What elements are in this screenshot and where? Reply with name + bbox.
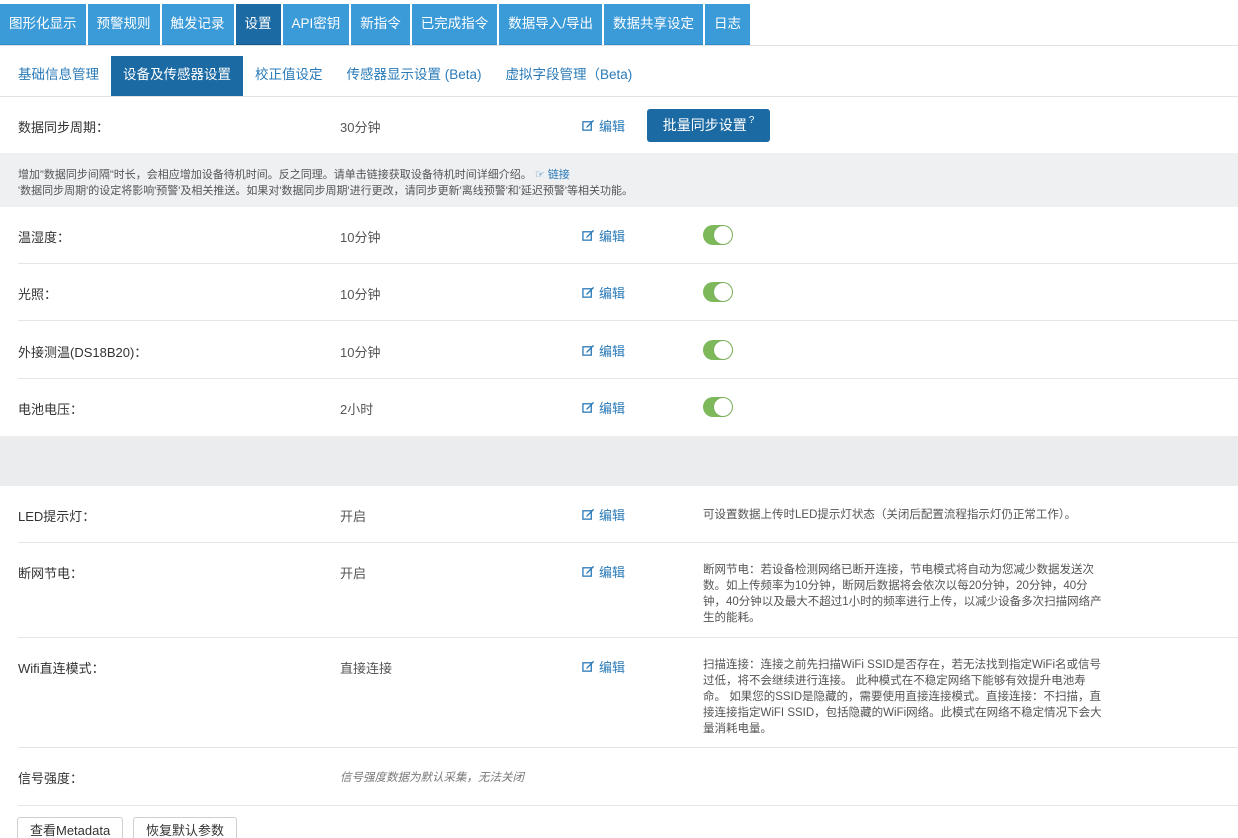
wifi-mode-label: Wifi直连模式： — [18, 661, 105, 676]
sensor-light-value: 10分钟 — [340, 287, 381, 302]
link-label: 链接 — [547, 169, 570, 181]
wifi-mode-edit-link[interactable]: 编辑 — [582, 657, 625, 676]
settings-sub-tabs: 基础信息管理 设备及传感器设置 校正值设定 传感器显示设置 (Beta) 虚拟字… — [6, 56, 644, 97]
sync-period-edit-link[interactable]: 编辑 — [582, 116, 625, 135]
top-nav-tabs: 图形化显示 预警规则 触发记录 设置 API密钥 新指令 已完成指令 数据导入/… — [0, 4, 752, 46]
sensor-temp-humidity-value: 10分钟 — [340, 230, 381, 245]
sensor-temp-humidity-label: 温湿度： — [18, 230, 71, 245]
sync-info-line1: 增加"数据同步间隔"时长，会相应增加设备待机时间。反之同理。请单击链接获取设备待… — [18, 166, 570, 182]
sensor-light-label: 光照： — [18, 287, 58, 302]
sync-info-band: 增加"数据同步间隔"时长，会相应增加设备待机时间。反之同理。请单击链接获取设备待… — [0, 153, 1238, 207]
power-saving-value: 开启 — [340, 566, 367, 581]
sensor-temp-humidity-edit-link[interactable]: 编辑 — [582, 226, 625, 245]
edit-icon — [582, 660, 595, 672]
tab-trigger-records[interactable]: 触发记录 — [161, 4, 234, 46]
edit-label: 编辑 — [599, 508, 626, 523]
batch-sync-label: 批量同步设置 — [662, 117, 747, 133]
row-divider — [18, 542, 1238, 543]
restore-defaults-button[interactable]: 恢复默认参数 — [133, 817, 238, 838]
help-icon: ? — [748, 115, 755, 126]
signal-strength-note: 信号强度数据为默认采集，无法关闭 — [340, 772, 524, 784]
edit-label: 编辑 — [599, 119, 626, 134]
sensor-light-toggle[interactable] — [703, 282, 733, 302]
sensor-ds18b20-label: 外接测温(DS18B20)： — [18, 345, 148, 360]
tab-api-key[interactable]: API密钥 — [282, 4, 350, 46]
tab-graph-display[interactable]: 图形化显示 — [0, 4, 86, 46]
top-tabs-divider — [0, 45, 1238, 46]
subtab-sensor-display[interactable]: 传感器显示设置 (Beta) — [335, 56, 494, 97]
tab-data-sharing[interactable]: 数据共享设定 — [604, 4, 704, 46]
tab-logs[interactable]: 日志 — [705, 4, 751, 46]
row-divider — [18, 320, 1238, 321]
sensor-temp-humidity-toggle[interactable] — [703, 225, 733, 245]
row-divider — [18, 378, 1238, 379]
batch-sync-settings-button[interactable]: 批量同步设置? — [647, 109, 770, 142]
row-divider — [18, 805, 1238, 806]
edit-icon — [582, 565, 595, 577]
sensor-battery-value: 2小时 — [340, 402, 374, 417]
edit-icon — [582, 401, 595, 413]
edit-icon — [582, 508, 595, 520]
sensor-battery-label: 电池电压： — [18, 402, 84, 417]
sync-period-value: 30分钟 — [340, 120, 381, 135]
row-divider — [18, 747, 1238, 748]
led-value: 开启 — [340, 509, 367, 524]
row-divider — [18, 637, 1238, 638]
signal-strength-label: 信号强度： — [18, 771, 84, 786]
edit-label: 编辑 — [599, 286, 626, 301]
edit-label: 编辑 — [599, 229, 626, 244]
edit-label: 编辑 — [599, 565, 626, 580]
led-label: LED提示灯： — [18, 509, 96, 524]
tab-settings[interactable]: 设置 — [235, 4, 281, 46]
sensor-ds18b20-value: 10分钟 — [340, 345, 381, 360]
tab-new-command[interactable]: 新指令 — [351, 4, 410, 46]
sensor-battery-toggle[interactable] — [703, 397, 733, 417]
edit-label: 编辑 — [599, 344, 626, 359]
sensor-ds18b20-toggle[interactable] — [703, 340, 733, 360]
edit-label: 编辑 — [599, 401, 626, 416]
sensor-ds18b20-edit-link[interactable]: 编辑 — [582, 341, 625, 360]
toggle-knob — [714, 226, 732, 244]
power-saving-edit-link[interactable]: 编辑 — [582, 562, 625, 581]
tab-alert-rules[interactable]: 预警规则 — [87, 4, 160, 46]
view-metadata-button[interactable]: 查看Metadata — [17, 817, 124, 838]
pointing-hand-icon: ☞ — [534, 169, 545, 181]
edit-icon — [582, 119, 595, 131]
sensor-battery-edit-link[interactable]: 编辑 — [582, 398, 625, 417]
subtab-calibration[interactable]: 校正值设定 — [243, 56, 335, 97]
subtab-basic-info[interactable]: 基础信息管理 — [6, 56, 111, 97]
subtab-device-sensor-settings[interactable]: 设备及传感器设置 — [111, 56, 243, 97]
row-divider — [18, 263, 1238, 264]
tab-completed-commands[interactable]: 已完成指令 — [411, 4, 498, 46]
section-separator — [0, 436, 1238, 486]
power-saving-description: 断网节电：若设备检测网络已断开连接，节电模式将自动为您减少数据发送次数。如上传频… — [703, 564, 1102, 624]
edit-icon — [582, 344, 595, 356]
sync-info-text1: 增加"数据同步间隔"时长，会相应增加设备待机时间。反之同理。请单击链接获取设备待… — [18, 169, 532, 181]
tab-data-import-export[interactable]: 数据导入/导出 — [499, 4, 603, 46]
toggle-knob — [714, 341, 732, 359]
toggle-knob — [714, 283, 732, 301]
standby-info-link[interactable]: ☞ 链接 — [535, 169, 570, 181]
sensor-light-edit-link[interactable]: 编辑 — [582, 283, 625, 302]
edit-label: 编辑 — [599, 660, 626, 675]
toggle-knob — [714, 398, 732, 416]
power-saving-label: 断网节电： — [18, 566, 84, 581]
wifi-mode-description: 扫描连接：连接之前先扫描WiFi SSID是否存在，若无法找到指定WiFi名或信… — [703, 659, 1102, 735]
subtab-virtual-fields[interactable]: 虚拟字段管理（Beta) — [494, 56, 645, 97]
sub-tabs-divider — [0, 96, 1238, 97]
sync-info-line2: '数据同步周期'的设定将影响'预警'及相关推送。如果对'数据同步周期'进行更改，… — [18, 185, 633, 197]
edit-icon — [582, 229, 595, 241]
edit-icon — [582, 286, 595, 298]
wifi-mode-value: 直接连接 — [340, 661, 393, 676]
led-description: 可设置数据上传时LED提示灯状态（关闭后配置流程指示灯仍正常工作）。 — [703, 509, 1077, 521]
sync-period-label: 数据同步周期： — [18, 120, 110, 135]
led-edit-link[interactable]: 编辑 — [582, 505, 625, 524]
